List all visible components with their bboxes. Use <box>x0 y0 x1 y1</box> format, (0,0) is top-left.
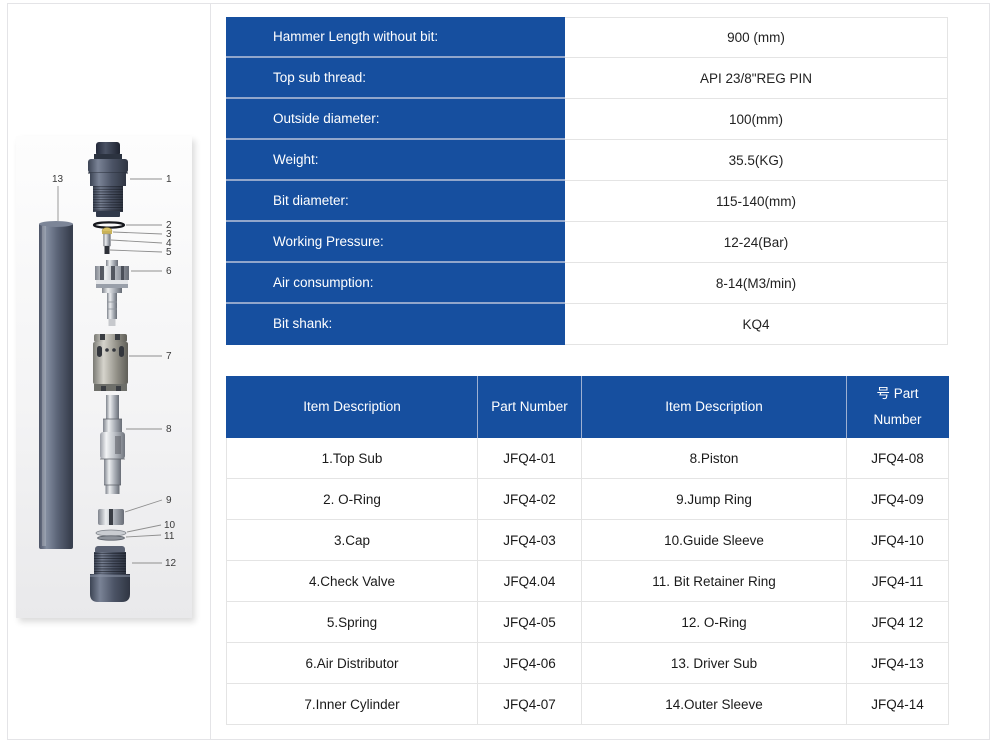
table-row: 1.Top Sub JFQ4-01 8.Piston JFQ4-08 <box>226 438 949 479</box>
hammer-diagram-svg: 1 2 3 4 5 6 7 8 9 10 11 12 13 <box>16 136 192 618</box>
content-area: Hammer Length without bit: 900 (mm) Top … <box>219 4 989 739</box>
spec-value: 100(mm) <box>565 99 948 140</box>
o-ring-part <box>94 222 124 227</box>
spec-row: Weight: 35.5(KG) <box>226 140 948 181</box>
parts-header-row: Item Description Part Number Item Descri… <box>226 376 949 438</box>
part-number-cell: JFQ4-02 <box>478 479 582 520</box>
specification-table: Hammer Length without bit: 900 (mm) Top … <box>226 17 948 345</box>
item-description-cell: 5.Spring <box>226 602 478 643</box>
item-description-cell: 12. O-Ring <box>582 602 847 643</box>
item-description-cell: 1.Top Sub <box>226 438 478 479</box>
parts-header-item-description-left: Item Description <box>226 376 478 438</box>
part-number-cell: JFQ4-06 <box>478 643 582 684</box>
inner-cylinder-part <box>93 334 128 391</box>
item-description-cell: 7.Inner Cylinder <box>226 684 478 725</box>
part-number-cell: JFQ4-14 <box>847 684 949 725</box>
part-number-cell: JFQ4-13 <box>847 643 949 684</box>
spec-label: Weight: <box>226 140 565 181</box>
outer-tube-part <box>39 221 73 549</box>
spec-row: Air consumption: 8-14(M3/min) <box>226 263 948 304</box>
spec-label: Top sub thread: <box>226 58 565 99</box>
spec-label: Bit shank: <box>226 304 565 345</box>
page-frame: 1 2 3 4 5 6 7 8 9 10 11 12 13 <box>7 3 990 740</box>
item-description-cell: 14.Outer Sleeve <box>582 684 847 725</box>
top-sub-part <box>88 142 128 217</box>
spec-label: Bit diameter: <box>226 181 565 222</box>
diagram-label-1: 1 <box>166 174 172 185</box>
spec-row: Bit shank: KQ4 <box>226 304 948 345</box>
spec-label: Working Pressure: <box>226 222 565 263</box>
diagram-label-9: 9 <box>166 495 172 506</box>
spec-row: Outside diameter: 100(mm) <box>226 99 948 140</box>
table-row: 2. O-Ring JFQ4-02 9.Jump Ring JFQ4-09 <box>226 479 949 520</box>
part-number-cell: JFQ4-07 <box>478 684 582 725</box>
spec-row: Bit diameter: 115-140(mm) <box>226 181 948 222</box>
piston-part <box>100 395 125 494</box>
spec-label: Outside diameter: <box>226 99 565 140</box>
diagram-label-10: 10 <box>164 520 176 531</box>
driver-sub-part <box>90 546 130 602</box>
item-description-cell: 10.Guide Sleeve <box>582 520 847 561</box>
spec-value: 12-24(Bar) <box>565 222 948 263</box>
part-number-cell: JFQ4-11 <box>847 561 949 602</box>
spec-row: Top sub thread: API 23/8"REG PIN <box>226 58 948 99</box>
part-number-cell: JFQ4-08 <box>847 438 949 479</box>
diagram-label-8: 8 <box>166 424 172 435</box>
diagram-label-13: 13 <box>52 174 64 185</box>
diagram-label-6: 6 <box>166 266 172 277</box>
air-distributor-part <box>95 260 129 326</box>
item-description-cell: 11. Bit Retainer Ring <box>582 561 847 602</box>
part-number-cell: JFQ4 12 <box>847 602 949 643</box>
part-number-cell: JFQ4-10 <box>847 520 949 561</box>
item-description-cell: 3.Cap <box>226 520 478 561</box>
part-number-cell: JFQ4-03 <box>478 520 582 561</box>
table-row: 5.Spring JFQ4-05 12. O-Ring JFQ4 12 <box>226 602 949 643</box>
spec-value: 8-14(M3/min) <box>565 263 948 304</box>
part-number-cell: JFQ4-01 <box>478 438 582 479</box>
item-description-cell: 8.Piston <box>582 438 847 479</box>
spec-label: Hammer Length without bit: <box>226 17 565 58</box>
parts-header-item-description-right: Item Description <box>582 376 847 438</box>
parts-header-part-number-right: 号 Part Number <box>847 376 949 438</box>
spec-value: 115-140(mm) <box>565 181 948 222</box>
item-description-cell: 4.Check Valve <box>226 561 478 602</box>
part-number-cell: JFQ4-05 <box>478 602 582 643</box>
table-row: 4.Check Valve JFQ4.04 11. Bit Retainer R… <box>226 561 949 602</box>
hammer-exploded-diagram: 1 2 3 4 5 6 7 8 9 10 11 12 13 <box>16 136 192 618</box>
spec-row: Hammer Length without bit: 900 (mm) <box>226 17 948 58</box>
parts-header-part-number-left: Part Number <box>478 376 582 438</box>
spec-value: 900 (mm) <box>565 17 948 58</box>
item-description-cell: 9.Jump Ring <box>582 479 847 520</box>
diagram-label-7: 7 <box>166 351 172 362</box>
spec-value: API 23/8"REG PIN <box>565 58 948 99</box>
table-row: 3.Cap JFQ4-03 10.Guide Sleeve JFQ4-10 <box>226 520 949 561</box>
guide-sleeve-retainer-ring-parts <box>96 530 126 540</box>
spec-value: 35.5(KG) <box>565 140 948 181</box>
spec-value: KQ4 <box>565 304 948 345</box>
spec-row: Working Pressure: 12-24(Bar) <box>226 222 948 263</box>
table-row: 6.Air Distributor JFQ4-06 13. Driver Sub… <box>226 643 949 684</box>
diagram-label-11: 11 <box>164 531 175 542</box>
spec-label: Air consumption: <box>226 263 565 304</box>
diagram-panel: 1 2 3 4 5 6 7 8 9 10 11 12 13 <box>8 4 211 739</box>
diagram-label-12: 12 <box>165 558 177 569</box>
item-description-cell: 13. Driver Sub <box>582 643 847 684</box>
parts-list-table: Item Description Part Number Item Descri… <box>226 376 949 725</box>
diagram-label-5: 5 <box>166 247 172 258</box>
jump-ring-part <box>98 509 124 525</box>
part-number-cell: JFQ4-09 <box>847 479 949 520</box>
item-description-cell: 2. O-Ring <box>226 479 478 520</box>
item-description-cell: 6.Air Distributor <box>226 643 478 684</box>
part-number-cell: JFQ4.04 <box>478 561 582 602</box>
table-row: 7.Inner Cylinder JFQ4-07 14.Outer Sleeve… <box>226 684 949 725</box>
